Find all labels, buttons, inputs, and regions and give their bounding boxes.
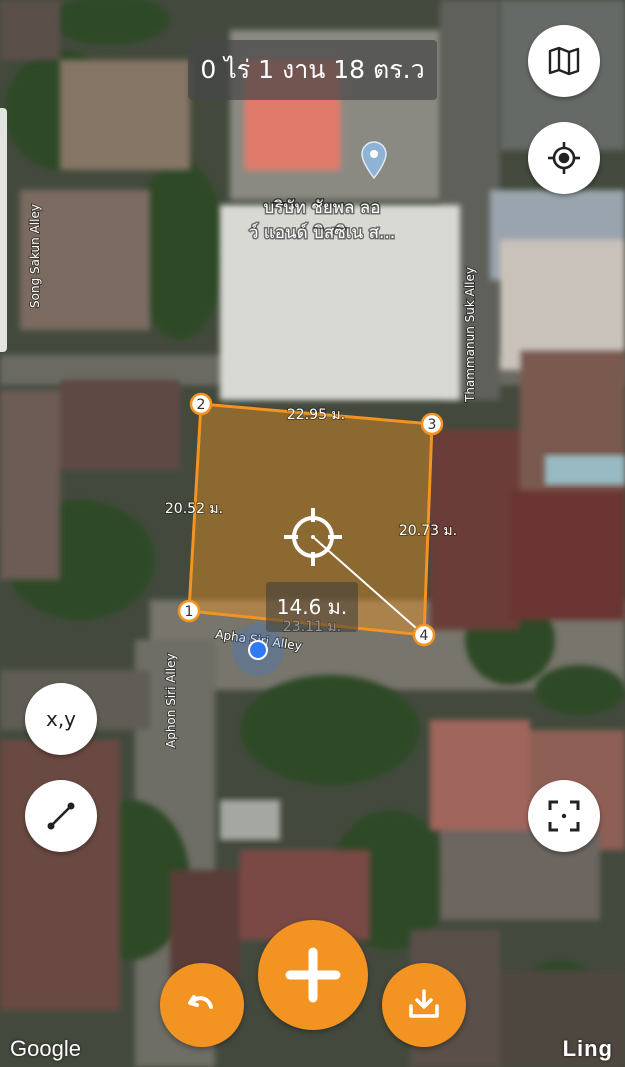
side-drawer-handle[interactable] (0, 108, 7, 352)
poi-name-line2: ว์ แอนด์ บิสซิเน ส... (249, 223, 395, 243)
vertex-marker[interactable]: 1 (177, 599, 201, 623)
plus-icon (285, 947, 341, 1003)
edge-length-right: 20.73 ม. (399, 523, 457, 539)
road-label-song-sakun: Song Sakun Alley (28, 204, 42, 308)
vertex-marker[interactable]: 3 (420, 412, 444, 436)
add-point-button[interactable] (258, 920, 368, 1030)
crosshair-locate-icon (548, 142, 580, 174)
measure-line-button[interactable] (25, 780, 97, 852)
map-icon (548, 46, 580, 76)
vertex-marker[interactable]: 2 (189, 392, 213, 416)
map-layers-button[interactable] (528, 25, 600, 97)
fit-screen-icon (548, 800, 580, 832)
line-measure-icon (47, 802, 75, 830)
vertex-label: 2 (197, 397, 206, 413)
edge-length-left: 20.52 ม. (165, 501, 223, 517)
vertex-marker[interactable]: 4 (412, 623, 436, 647)
poi-name-line1: บริษัท ชัยพล ลอ (264, 198, 381, 218)
edge-length-top: 22.95 ม. (287, 407, 345, 423)
google-attribution: Google (10, 1036, 81, 1061)
vertex-label: 1 (185, 604, 194, 620)
vertex-label: 4 (420, 628, 429, 644)
coordinates-button-label: x,y (45, 707, 77, 731)
undo-button[interactable] (160, 963, 244, 1047)
locate-button[interactable] (528, 122, 600, 194)
vertex-label: 3 (428, 417, 437, 433)
download-icon (409, 989, 439, 1018)
fit-view-button[interactable] (528, 780, 600, 852)
measure-distance-readout: 14.6 ม. (266, 582, 358, 632)
road-label-thammanun: Thammanun Suk Alley (463, 267, 477, 403)
undo-icon (188, 995, 213, 1009)
area-readout: 0 ไร่ 1 งาน 18 ตร.ว (188, 40, 437, 100)
road-label-aphon-siri-vertical: Aphon Siri Alley (164, 653, 178, 748)
save-button[interactable] (382, 963, 466, 1047)
coordinates-button[interactable]: x,y (25, 683, 97, 755)
brand-label: Ling (562, 1036, 613, 1061)
